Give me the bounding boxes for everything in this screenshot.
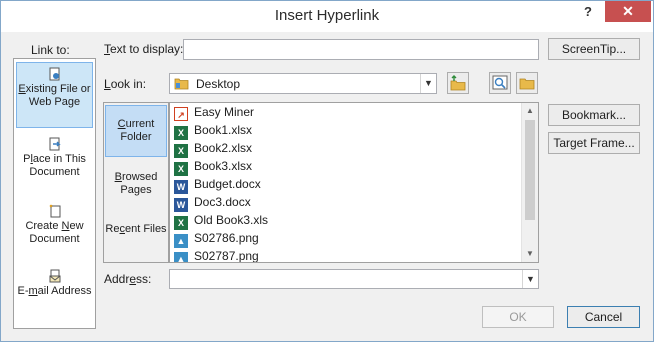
list-item[interactable]: X Old Book3.xls xyxy=(174,211,524,230)
list-item[interactable]: X Book3.xlsx xyxy=(174,157,524,176)
link-to-panel: Existing File or Web Page Place in This … xyxy=(13,58,96,329)
excel-icon: X xyxy=(174,162,188,176)
address-input[interactable]: ▼ xyxy=(169,269,539,289)
look-in-value: Desktop xyxy=(196,77,241,91)
dialog-title: Insert Hyperlink xyxy=(274,7,380,24)
browse-file-button[interactable] xyxy=(516,72,538,94)
browse-web-icon xyxy=(492,75,508,90)
browse-tabs: Current Folder Browsed Pages Recent File… xyxy=(103,102,169,263)
word-icon: W xyxy=(174,198,188,212)
file-list[interactable]: ↗ Easy Miner X Book1.xlsx X Book2.xlsx X Boo… xyxy=(169,102,539,263)
list-item[interactable]: W Doc3.docx xyxy=(174,193,524,212)
browse-web-button[interactable] xyxy=(489,72,511,94)
bookmark-button[interactable]: Bookmark... xyxy=(548,104,640,126)
list-item[interactable]: ↗ Easy Miner xyxy=(174,103,524,121)
list-item[interactable]: ▲ S02787.png xyxy=(174,247,524,262)
scroll-down-arrow[interactable]: ▼ xyxy=(522,246,538,262)
excel-icon: X xyxy=(174,144,188,158)
address-label: Address: xyxy=(104,272,152,286)
tab-current-folder[interactable]: Current Folder xyxy=(105,105,167,157)
place-in-document-icon xyxy=(49,137,61,151)
existing-file-icon xyxy=(49,67,59,81)
list-item[interactable]: W Budget.docx xyxy=(174,175,524,194)
link-existing-file[interactable]: Existing File or Web Page xyxy=(16,62,93,128)
insert-hyperlink-dialog: Insert Hyperlink ? ✕ Link to: Existing F… xyxy=(0,0,654,342)
word-icon: W xyxy=(174,180,188,194)
new-document-icon xyxy=(49,204,60,218)
link-email-address[interactable]: E-mail Address xyxy=(16,265,93,327)
link-place-in-document[interactable]: Place in This Document xyxy=(16,133,93,195)
email-icon xyxy=(49,269,60,283)
look-in-select[interactable]: Desktop ▼ xyxy=(169,73,437,94)
scroll-thumb[interactable] xyxy=(525,120,535,220)
tab-recent-files[interactable]: Recent Files xyxy=(105,211,167,261)
scroll-up-arrow[interactable]: ▲ xyxy=(522,103,538,119)
list-item[interactable]: X Book1.xlsx xyxy=(174,121,524,140)
image-icon: ▲ xyxy=(174,252,188,262)
screentip-button[interactable]: ScreenTip... xyxy=(548,38,640,60)
help-button[interactable]: ? xyxy=(581,4,595,20)
look-in-label: Look in: xyxy=(104,77,147,91)
link-to-label: Link to: xyxy=(31,43,70,57)
excel-icon: X xyxy=(174,126,188,140)
folder-up-icon xyxy=(450,75,466,91)
tab-browsed-pages[interactable]: Browsed Pages xyxy=(105,159,167,211)
file-list-scrollbar[interactable]: ▲ ▼ xyxy=(521,103,538,262)
chevron-down-icon[interactable]: ▼ xyxy=(522,270,538,288)
target-frame-button[interactable]: Target Frame... xyxy=(548,132,640,154)
list-item[interactable]: X Book2.xlsx xyxy=(174,139,524,158)
open-folder-icon xyxy=(519,78,535,90)
chevron-down-icon[interactable]: ▼ xyxy=(420,74,436,93)
text-to-display-label: Text to display: xyxy=(104,42,184,56)
link-create-new-document[interactable]: Create New Document xyxy=(16,200,93,262)
excel-icon: X xyxy=(174,216,188,230)
image-icon: ▲ xyxy=(174,234,188,248)
ok-button[interactable]: OK xyxy=(482,306,554,328)
app-icon: ↗ xyxy=(174,107,188,121)
close-button[interactable]: ✕ xyxy=(605,1,651,22)
text-to-display-input[interactable] xyxy=(183,39,539,60)
folder-icon xyxy=(174,78,189,90)
cancel-button[interactable]: Cancel xyxy=(567,306,640,328)
title-bar: Insert Hyperlink ? ✕ xyxy=(1,1,653,32)
list-item[interactable]: ▲ S02786.png xyxy=(174,229,524,248)
up-one-folder-button[interactable] xyxy=(447,72,469,94)
